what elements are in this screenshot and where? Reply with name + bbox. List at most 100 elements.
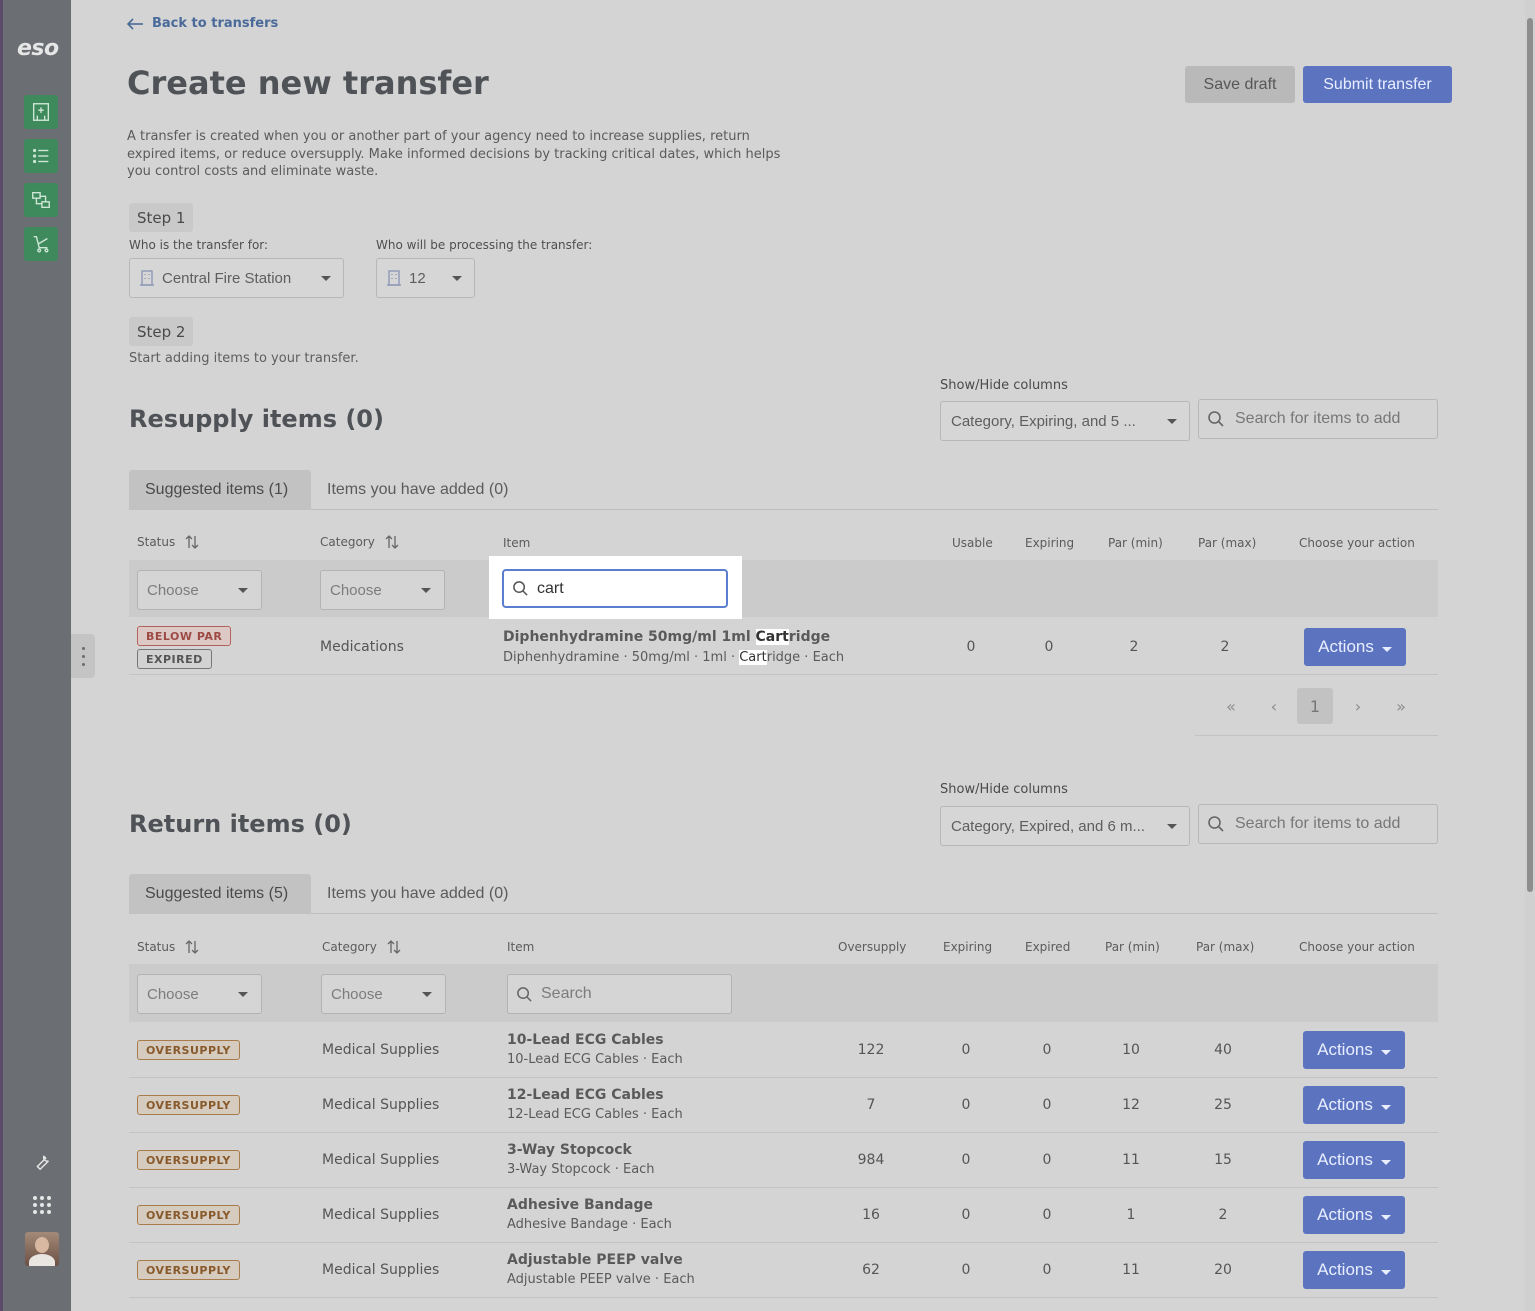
transfer-for-select[interactable]: Central Fire Station [129, 258, 344, 298]
table-row: OVERSUPPLY Medical Supplies Adhesive Banda… [129, 1188, 1438, 1243]
status-badge: BELOW PAR [137, 626, 232, 646]
column-header-status[interactable]: Status [137, 535, 199, 549]
row-item-details: 10-Lead ECG Cables · Each [507, 1052, 683, 1067]
page-scrollbar[interactable] [1525, 0, 1535, 1311]
status-filter-value: Choose [147, 985, 199, 1003]
return-tabs: Suggested items (5) Items you have added… [129, 874, 1438, 914]
drawer-handle[interactable] [71, 634, 95, 678]
chevron-down-icon [1167, 419, 1177, 424]
status-header-label: Status [137, 940, 176, 954]
tab-return-suggested[interactable]: Suggested items (5) [129, 874, 311, 914]
search-match-highlight: Cart [755, 629, 789, 645]
apps-launcher[interactable] [30, 1193, 54, 1217]
column-header-item: Item [507, 940, 535, 954]
sidebar-item-list[interactable] [24, 139, 58, 173]
scrollbar-thumb[interactable] [1527, 18, 1533, 892]
back-to-transfers-link[interactable]: Back to transfers [126, 16, 278, 31]
search-icon [516, 986, 533, 1003]
save-draft-button[interactable]: Save draft [1185, 66, 1295, 103]
status-filter-select[interactable]: Choose [137, 974, 262, 1014]
transfer-for-value: Central Fire Station [162, 269, 292, 287]
actions-label: Actions [1318, 637, 1374, 656]
column-header-category[interactable]: Category [320, 535, 399, 549]
tab-resupply-added[interactable]: Items you have added (0) [311, 470, 524, 510]
resupply-filter-row: Choose Choose [129, 560, 1438, 617]
actions-button[interactable]: Actions [1303, 1251, 1405, 1289]
column-header-status[interactable]: Status [137, 940, 199, 954]
resupply-columns-select[interactable]: Category, Expiring, and 5 ... [940, 401, 1190, 441]
step-2-label: Step 2 [129, 317, 194, 346]
row-par-min: 12 [1122, 1097, 1140, 1113]
page-title: Create new transfer [127, 64, 489, 102]
item-detail-part: Diphenhydramine · 50mg/ml · 1ml · [503, 650, 740, 665]
category-header-label: Category [322, 940, 377, 954]
return-filter-row: Choose Choose [129, 964, 1438, 1022]
actions-button[interactable]: Actions [1303, 1086, 1405, 1124]
column-header-category[interactable]: Category [322, 940, 401, 954]
column-header-oversupply: Oversupply [838, 940, 907, 954]
tab-return-added[interactable]: Items you have added (0) [311, 874, 524, 914]
resupply-columns-value: Category, Expiring, and 5 ... [951, 412, 1136, 430]
row-expiring: 0 [961, 1097, 971, 1113]
actions-button[interactable]: Actions [1304, 628, 1406, 666]
actions-label: Actions [1317, 1150, 1373, 1169]
category-filter-select[interactable]: Choose [321, 974, 446, 1014]
row-oversupply: 984 [857, 1152, 885, 1168]
resupply-pagination: « ‹ 1 › » [1195, 688, 1438, 736]
row-par-min: 11 [1122, 1152, 1140, 1168]
submit-transfer-button[interactable]: Submit transfer [1303, 66, 1452, 103]
return-item-search-placeholder: Search [541, 985, 592, 1002]
status-header-label: Status [137, 535, 176, 549]
category-filter-select[interactable]: Choose [320, 570, 445, 610]
avatar[interactable] [25, 1232, 59, 1266]
caret-down-icon [1380, 1214, 1391, 1220]
caret-down-icon [1380, 1159, 1391, 1165]
row-item-name: Diphenhydramine 50mg/ml 1ml Cartridge [503, 629, 830, 645]
row-par-max: 25 [1214, 1097, 1232, 1113]
table-row: OVERSUPPLY Medical Supplies Adjustable PEE… [129, 1243, 1438, 1298]
first-page-button[interactable]: « [1213, 688, 1249, 724]
handle-dot [81, 646, 85, 650]
next-page-button[interactable]: › [1340, 688, 1376, 724]
last-page-button[interactable]: » [1383, 688, 1419, 724]
arrow-left-icon [126, 17, 143, 30]
column-header-par-min: Par (min) [1108, 536, 1163, 550]
sidebar-item-transfers[interactable] [24, 183, 58, 217]
return-item-search-input[interactable]: Search [507, 974, 732, 1014]
row-expiring: 0 [961, 1207, 971, 1223]
row-item-name: 3-Way Stopcock [507, 1142, 632, 1158]
sidebar-item-inventory[interactable] [24, 95, 58, 129]
actions-button[interactable]: Actions [1303, 1031, 1405, 1069]
row-expiring: 0 [961, 1042, 971, 1058]
return-columns-select[interactable]: Category, Expired, and 6 m... [940, 806, 1190, 846]
sort-icon [185, 535, 199, 549]
row-category: Medical Supplies [322, 1097, 440, 1113]
row-item-name: 10-Lead ECG Cables [507, 1032, 664, 1048]
chevron-down-icon [238, 588, 248, 593]
settings-tools[interactable] [30, 1149, 54, 1173]
sidebar-item-cart[interactable] [24, 227, 58, 261]
actions-button[interactable]: Actions [1303, 1196, 1405, 1234]
status-filter-select[interactable]: Choose [137, 570, 262, 610]
caret-down-icon [1380, 1104, 1391, 1110]
processing-select[interactable]: 12 [376, 258, 475, 298]
row-item-name: 12-Lead ECG Cables [507, 1087, 664, 1103]
row-item-details: Diphenhydramine · 50mg/ml · 1ml · Cartri… [503, 650, 844, 665]
row-expired: 0 [1042, 1152, 1052, 1168]
resupply-search-add-input[interactable]: Search for items to add [1198, 399, 1438, 439]
sort-icon [185, 940, 199, 954]
row-item-details: 3-Way Stopcock · Each [507, 1162, 655, 1177]
tab-resupply-suggested[interactable]: Suggested items (1) [129, 470, 311, 510]
handle-dot [81, 654, 85, 658]
item-search-input[interactable]: cart [502, 569, 728, 608]
item-search-value: cart [537, 579, 564, 597]
actions-button[interactable]: Actions [1303, 1141, 1405, 1179]
resupply-title: Resupply items (0) [129, 405, 384, 433]
column-header-expiring: Expiring [1025, 536, 1075, 550]
table-row: BELOW PAR EXPIRED Medications Diphenhydr… [129, 620, 1438, 675]
prev-page-button[interactable]: ‹ [1256, 688, 1292, 724]
return-search-add-input[interactable]: Search for items to add [1198, 804, 1438, 844]
step-2-description: Start adding items to your transfer. [129, 351, 359, 366]
current-page[interactable]: 1 [1297, 688, 1333, 724]
item-search-highlight: cart [489, 556, 742, 619]
